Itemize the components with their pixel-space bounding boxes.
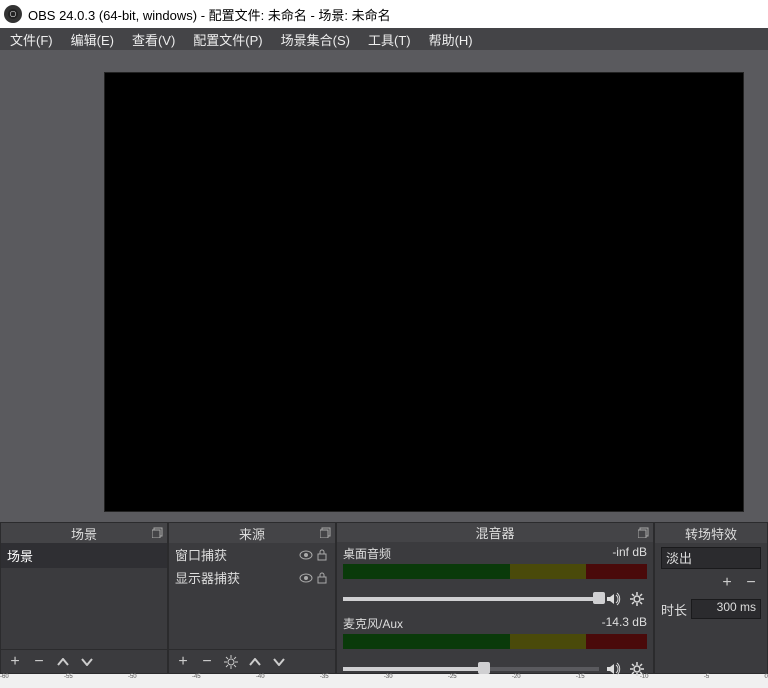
visibility-icon[interactable] [299,571,313,585]
menu-scene-collection[interactable]: 场景集合(S) [281,30,350,49]
add-scene-button[interactable]: + [5,652,25,672]
sources-panel: 来源 窗口捕获 显示器捕获 [168,522,336,674]
remove-source-button[interactable]: − [197,652,217,672]
channel-name: 桌面音频 [343,545,391,562]
duration-input[interactable]: 300 ms [691,599,761,619]
transitions-panel: 转场特效 淡出 + − 时长 300 ms [654,522,768,674]
obs-logo-icon [4,5,22,23]
mixer-channel: 麦克风/Aux -14.3 dB -60-55-50-45-40-35-30-2… [343,615,647,679]
add-source-button[interactable]: + [173,652,193,672]
menu-view[interactable]: 查看(V) [132,30,175,49]
channel-settings-icon[interactable] [627,589,647,609]
volume-slider[interactable] [343,597,599,601]
window-title: OBS 24.0.3 (64-bit, windows) - 配置文件: 未命名… [28,5,391,24]
source-item[interactable]: 显示器捕获 [169,566,335,589]
scenes-panel: 场景 场景 + − [0,522,168,674]
sources-title-label: 来源 [239,524,265,543]
menu-help[interactable]: 帮助(H) [429,30,473,49]
scene-list: 场景 [1,543,167,649]
undock-icon[interactable] [638,526,650,538]
mute-icon[interactable] [603,589,623,609]
sources-toolbar: + − [169,649,335,673]
audio-meter [343,634,647,649]
lock-icon[interactable] [315,548,329,562]
dock-row: 场景 场景 + − 来源 窗口捕获 [0,522,768,674]
mixer-body: 桌面音频 -inf dB -60-55-50-45-40-35-30-25-20… [337,542,653,688]
source-item-label: 显示器捕获 [175,568,299,587]
menu-profile[interactable]: 配置文件(P) [193,30,262,49]
source-properties-button[interactable] [221,652,241,672]
mixer-panel-title: 混音器 [337,523,653,542]
transition-select[interactable]: 淡出 [661,547,761,569]
remove-transition-button[interactable]: − [741,573,761,593]
undock-icon[interactable] [320,526,332,538]
lock-icon[interactable] [315,571,329,585]
move-scene-down-button[interactable] [77,652,97,672]
mixer-title-label: 混音器 [475,523,514,542]
titlebar: OBS 24.0.3 (64-bit, windows) - 配置文件: 未命名… [0,0,768,28]
move-source-up-button[interactable] [245,652,265,672]
transitions-title-label: 转场特效 [685,524,737,543]
mixer-channel: 桌面音频 -inf dB -60-55-50-45-40-35-30-25-20… [343,545,647,609]
scenes-panel-title: 场景 [1,523,167,543]
preview-canvas[interactable] [104,72,744,512]
mixer-panel: 混音器 桌面音频 -inf dB -60-55-50-45-40-35-30-2… [336,522,654,674]
scenes-toolbar: + − [1,649,167,673]
volume-slider[interactable] [343,667,599,671]
menu-file[interactable]: 文件(F) [10,30,53,49]
undock-icon[interactable] [152,526,164,538]
transitions-panel-title: 转场特效 [655,523,767,543]
workspace [0,50,768,522]
channel-name: 麦克风/Aux [343,615,403,632]
add-transition-button[interactable]: + [717,573,737,593]
audio-meter [343,564,647,579]
move-scene-up-button[interactable] [53,652,73,672]
channel-level: -14.3 dB [602,615,647,632]
sources-panel-title: 来源 [169,523,335,543]
duration-label: 时长 [661,600,687,619]
channel-level: -inf dB [612,545,647,562]
menu-edit[interactable]: 编辑(E) [71,30,114,49]
move-source-down-button[interactable] [269,652,289,672]
source-list: 窗口捕获 显示器捕获 [169,543,335,649]
remove-scene-button[interactable]: − [29,652,49,672]
scene-item[interactable]: 场景 [1,543,167,568]
source-item[interactable]: 窗口捕获 [169,543,335,566]
visibility-icon[interactable] [299,548,313,562]
menubar: 文件(F) 编辑(E) 查看(V) 配置文件(P) 场景集合(S) 工具(T) … [0,28,768,50]
source-item-label: 窗口捕获 [175,545,299,564]
scenes-title-label: 场景 [71,524,97,543]
menu-tools[interactable]: 工具(T) [368,30,411,49]
